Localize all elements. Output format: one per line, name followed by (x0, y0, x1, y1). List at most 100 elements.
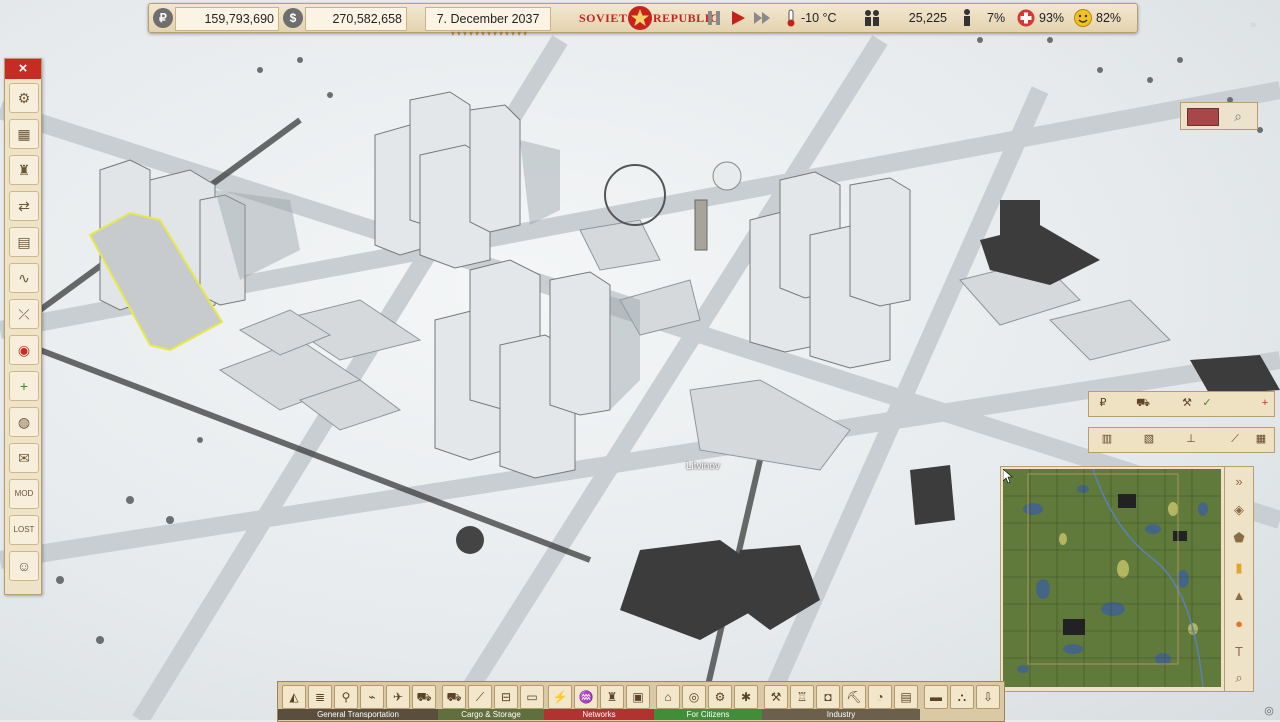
download-arrow-icon[interactable]: ⇩ (976, 685, 1000, 709)
game-logo: SOVIET REPUBLIC (579, 4, 719, 32)
group-label-cargo-storage[interactable]: Cargo & Storage (438, 709, 544, 720)
sports-icon[interactable]: ⚙ (708, 685, 732, 709)
airplane-icon[interactable]: ✈ (386, 685, 410, 709)
zoom-magnifier-icon[interactable]: ⌕ (1228, 667, 1250, 689)
rubles-display[interactable]: 159,793,690 (175, 7, 279, 31)
conveyor-icon[interactable]: ⟋ (468, 685, 492, 709)
minimap-sidebar: » ◈ ⬟ ▮ ▲ ● T ⌕ (1224, 466, 1254, 692)
industry-icon[interactable]: ♜ (9, 155, 39, 185)
crane-icon[interactable]: ⚒ (1177, 394, 1197, 412)
stairs-icon[interactable]: ▥ (1097, 430, 1117, 448)
fast-forward-icon[interactable] (753, 9, 771, 27)
rubles-value: 159,793,690 (204, 12, 274, 26)
happiness-value: 82% (1096, 11, 1122, 25)
town-label[interactable]: Litvinov (686, 461, 720, 472)
camera-reset-icon[interactable]: ◎ (1262, 704, 1276, 718)
layer-icon[interactable]: ▮ (1228, 557, 1250, 579)
magnifier-icon[interactable]: ⌕ (1227, 105, 1249, 127)
bulldoze-icon[interactable]: ▬ (924, 685, 948, 709)
left-toolbar: × ⚙ ▦ ♜ ⇄ ▤ ∿ ⤫ ◉ + ◍ ✉ MOD LOST ☺ (4, 58, 42, 595)
pedestrian-icon[interactable]: ⚲ (334, 685, 358, 709)
factory-icon[interactable]: ♜ (600, 685, 624, 709)
star-emblem-icon (628, 6, 652, 30)
delivery-icon[interactable]: ⇄ (9, 191, 39, 221)
mod-icon[interactable]: MOD (9, 479, 39, 509)
heat-icon[interactable]: ● (1228, 613, 1250, 635)
group-label-networks[interactable]: Networks (544, 709, 654, 720)
confirm-check-icon[interactable]: ✓ (1197, 394, 1217, 412)
citizen-portrait-icon[interactable]: ☺ (9, 551, 39, 581)
population-icon (865, 10, 879, 26)
residential-icon[interactable]: ⌂ (656, 685, 680, 709)
add-zone-icon[interactable]: + (9, 371, 39, 401)
road-tool-row-1: ₽ ⛟ ⚒ ✓ + (1088, 391, 1275, 417)
shop-icon[interactable]: ◎ (682, 685, 706, 709)
logo-left-text: SOVIET (579, 11, 628, 25)
vehicle-icon[interactable]: ⛟ (1133, 394, 1153, 412)
crane-icon[interactable]: ⚒ (764, 685, 788, 709)
cable-icon[interactable]: ⟋ (1225, 430, 1245, 448)
top-status-bar: ₽ 159,793,690 $ 270,582,658 7. December … (148, 3, 1138, 33)
collapse-chevron-icon[interactable]: » (1246, 18, 1260, 32)
mountain-icon[interactable]: ▲ (1228, 585, 1250, 607)
minimap[interactable] (1000, 466, 1226, 692)
vehicle-depot-icon[interactable]: ⛟ (412, 685, 436, 709)
grid-icon[interactable]: ▦ (1251, 430, 1271, 448)
population-value: 25,225 (908, 11, 947, 25)
bottom-toolbar: ◭ ≣ ⚲ ⌁ ✈ ⛟ General Transportation ⛟ ⟋ ⊟… (277, 681, 1005, 722)
chevron-right-icon[interactable]: » (1228, 471, 1250, 493)
top-bar-tab-indicator[interactable]: ▾▾▾▾▾▾▾▾▾▾▾▾▾ (415, 30, 565, 38)
group-label-industry[interactable]: Industry (762, 709, 920, 720)
depot-icon[interactable]: ▦ (9, 119, 39, 149)
tram-icon[interactable]: ⌁ (360, 685, 384, 709)
power-line-icon[interactable]: ⚡ (548, 685, 572, 709)
group-label-for-citizens[interactable]: For Citizens (654, 709, 762, 720)
storage-icon[interactable]: ▭ (520, 685, 544, 709)
add-plus-icon[interactable]: + (1255, 394, 1275, 412)
water-pipe-icon[interactable]: ♒ (574, 685, 598, 709)
group-label-general-transportation[interactable]: General Transportation (278, 709, 438, 720)
construction-icon[interactable]: ⛬ (950, 685, 974, 709)
dollar-icon: $ (283, 8, 303, 28)
health-value: 93% (1039, 11, 1065, 25)
road-tool-panel: ₽ ⛟ ⚒ ✓ + ▥ ▧ ⊥ ⟋ ▦ (1088, 391, 1275, 453)
barrel-icon[interactable]: ◘ (816, 685, 840, 709)
unemployed-icon (964, 9, 970, 26)
color-swatch[interactable] (1187, 108, 1219, 126)
settings-gear-icon[interactable]: ⚙ (9, 83, 39, 113)
ruble-cost-icon[interactable]: ₽ (1093, 394, 1113, 412)
warehouse-icon[interactable]: ▤ (894, 685, 918, 709)
mouse-cursor-icon (1003, 469, 1013, 483)
route-icon[interactable]: ⤫ (9, 299, 39, 329)
heating-icon[interactable]: ▣ (626, 685, 650, 709)
map-marker-icon[interactable]: ◉ (9, 335, 39, 365)
document-icon[interactable]: ▤ (9, 227, 39, 257)
minimap-terrain (1003, 469, 1221, 687)
pause-icon[interactable] (705, 9, 723, 27)
lost-icon[interactable]: LOST (9, 515, 39, 545)
network-icon[interactable]: ∿ (9, 263, 39, 293)
dollars-display[interactable]: 270,582,658 (305, 7, 407, 31)
culture-icon[interactable]: ✱ (734, 685, 758, 709)
cargo-station-icon[interactable]: ⊟ (494, 685, 518, 709)
dollars-value: 270,582,658 (332, 12, 402, 26)
mine-icon[interactable]: ⛏ (842, 685, 866, 709)
color-picker-panel: ⌕ (1180, 102, 1258, 130)
text-label-icon[interactable]: T (1228, 641, 1250, 663)
road-tool-icon[interactable]: ◭ (282, 685, 306, 709)
road-tool-row-2: ▥ ▧ ⊥ ⟋ ▦ (1088, 427, 1275, 453)
close-button[interactable]: × (5, 59, 41, 79)
rail-tool-icon[interactable]: ≣ (308, 685, 332, 709)
truck-icon[interactable]: ⛟ (442, 685, 466, 709)
date-display[interactable]: 7. December 2037 (425, 7, 551, 31)
refinery-icon[interactable]: ◔ (868, 685, 892, 709)
mail-icon[interactable]: ✉ (9, 443, 39, 473)
road-icon[interactable]: ▧ (1139, 430, 1159, 448)
terrain-icon[interactable]: ⬟ (1228, 527, 1250, 549)
thermometer-icon (787, 9, 795, 27)
bulldoze-icon[interactable]: ⊥ (1181, 430, 1201, 448)
play-icon[interactable] (729, 9, 747, 27)
factory-industry-icon[interactable]: ♖ (790, 685, 814, 709)
globe-icon[interactable]: ◍ (9, 407, 39, 437)
resources-icon[interactable]: ◈ (1228, 499, 1250, 521)
